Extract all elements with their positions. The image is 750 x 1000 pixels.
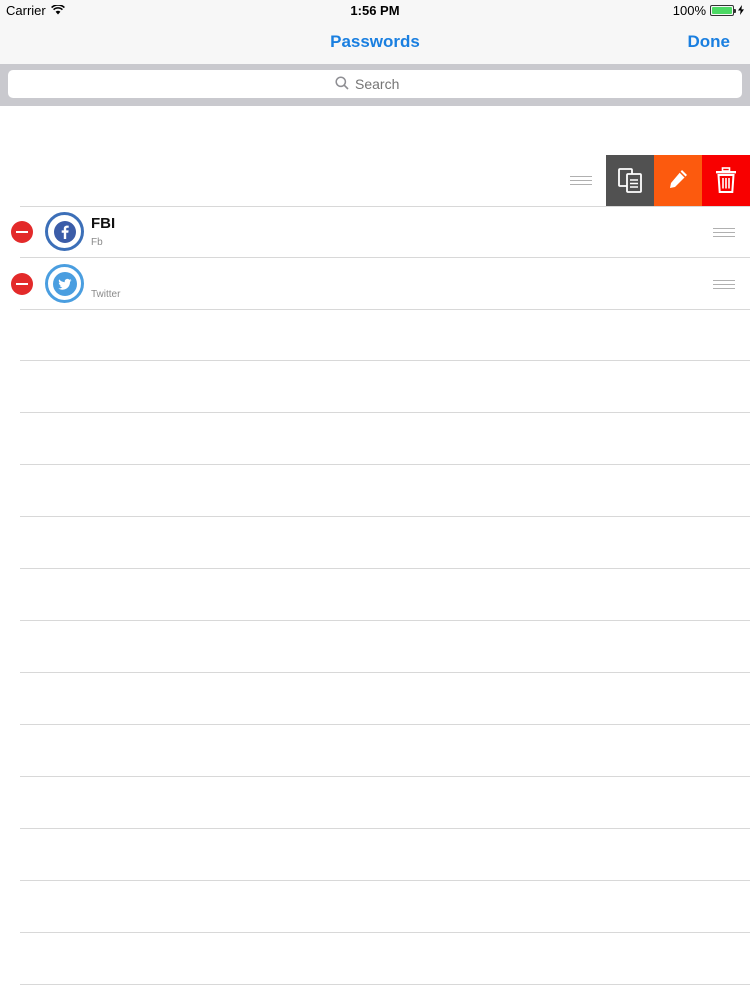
facebook-icon	[45, 212, 84, 251]
copy-button[interactable]	[606, 155, 654, 207]
battery-percent: 100%	[672, 3, 706, 18]
search-icon	[335, 75, 349, 93]
search-field[interactable]	[8, 70, 742, 98]
row-actions	[606, 155, 750, 207]
item-subtitle: Fb	[91, 237, 103, 248]
list-item[interactable]: FBI Fb	[0, 206, 750, 258]
row-separator	[20, 360, 750, 361]
row-separator	[20, 464, 750, 465]
row-separator	[20, 984, 750, 985]
copy-icon	[616, 166, 644, 197]
twitter-icon	[45, 264, 84, 303]
page-title: Passwords	[330, 32, 420, 51]
item-subtitle: Twitter	[91, 289, 121, 300]
list-item[interactable]: Twitter	[0, 258, 750, 310]
row-separator	[20, 516, 750, 517]
pencil-icon	[667, 168, 689, 195]
edit-button[interactable]	[654, 155, 702, 207]
charging-icon	[738, 3, 744, 18]
row-separator	[20, 932, 750, 933]
row-separator	[20, 568, 750, 569]
row-separator	[20, 620, 750, 621]
search-input[interactable]	[355, 76, 415, 92]
delete-toggle-button[interactable]	[11, 221, 33, 243]
status-bar: Carrier 1:56 PM 100%	[0, 0, 750, 20]
navigation-bar: Passwords Done	[0, 20, 750, 64]
row-separator	[20, 776, 750, 777]
battery-icon	[710, 5, 736, 16]
delete-button[interactable]	[702, 155, 750, 207]
item-name: FBI	[91, 215, 116, 232]
row-separator	[20, 880, 750, 881]
row-separator	[20, 828, 750, 829]
delete-toggle-button[interactable]	[11, 273, 33, 295]
row-separator	[20, 672, 750, 673]
reorder-handle[interactable]	[713, 228, 735, 237]
row-separator	[20, 724, 750, 725]
swiped-row[interactable]	[0, 155, 750, 207]
row-separator	[20, 412, 750, 413]
trash-icon	[715, 166, 737, 196]
reorder-handle[interactable]	[570, 176, 592, 185]
done-button[interactable]: Done	[688, 32, 731, 52]
clock: 1:56 PM	[350, 3, 400, 18]
reorder-handle[interactable]	[713, 280, 735, 289]
search-bar	[0, 64, 750, 106]
